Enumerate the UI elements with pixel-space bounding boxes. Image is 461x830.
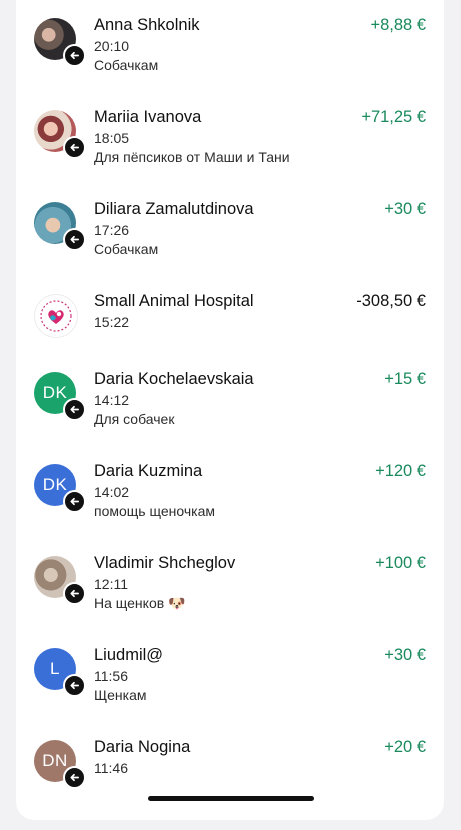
counterparty-name: Vladimir Shcheglov (94, 554, 236, 572)
counterparty-name: Anna Shkolnik (94, 16, 200, 34)
incoming-badge (63, 674, 86, 697)
transaction-time: 18:05 (94, 130, 130, 146)
transaction-amount: +20 € (384, 738, 426, 756)
arrow-left-icon (70, 235, 79, 244)
incoming-badge (63, 490, 86, 513)
arrow-left-icon (70, 773, 79, 782)
counterparty-name: Daria Kuzmina (94, 462, 203, 480)
arrow-left-icon (70, 405, 79, 414)
transaction-time: 20:10 (94, 38, 130, 54)
transaction-note: Щенкам (94, 687, 147, 703)
arrow-left-icon (70, 143, 79, 152)
arrow-left-icon (70, 51, 79, 60)
avatar-initials-text: DK (42, 383, 68, 402)
avatar-container (16, 554, 106, 614)
transaction-note: Для собачек (94, 411, 175, 427)
avatar-initials-text: DN (42, 751, 68, 770)
counterparty-name: Diliara Zamalutdinova (94, 200, 254, 218)
transaction-row[interactable]: L Liudmil@ 11:56 Щенкам +30 € (16, 646, 444, 738)
transaction-time: 11:46 (94, 760, 128, 776)
transaction-row[interactable]: Anna Shkolnik 20:10 Собачкам +8,88 € (16, 16, 444, 108)
transaction-time: 11:56 (94, 668, 128, 684)
avatar-container (16, 292, 106, 352)
avatar-container: DK (16, 370, 106, 430)
incoming-badge (63, 44, 86, 67)
transaction-row[interactable]: DK Daria Kochelaevskaia 14:12 Для собаче… (16, 370, 444, 462)
counterparty-name: Mariia Ivanova (94, 108, 202, 126)
counterparty-name: Daria Kochelaevskaia (94, 370, 254, 388)
transaction-amount: -308,50 € (356, 292, 426, 310)
transaction-note: Для пёпсиков от Маши и Тани (94, 149, 290, 165)
hospital-logo-icon (40, 300, 72, 332)
transaction-amount: +30 € (384, 646, 426, 664)
transaction-time: 12:11 (94, 576, 128, 592)
incoming-badge (63, 136, 86, 159)
transaction-row[interactable]: DK Daria Kuzmina 14:02 помощь щеночкам +… (16, 462, 444, 554)
transaction-row[interactable]: Mariia Ivanova 18:05 Для пёпсиков от Маш… (16, 108, 444, 200)
avatar-container: DN (16, 738, 106, 798)
avatar-container: DK (16, 462, 106, 522)
avatar-container (16, 200, 106, 260)
counterparty-name: Small Animal Hospital (94, 292, 254, 310)
counterparty-name: Daria Nogina (94, 738, 191, 756)
transaction-note: Собачкам (94, 57, 159, 73)
transaction-amount: +30 € (384, 200, 426, 218)
transaction-note: помощь щеночкам (94, 503, 215, 519)
transaction-amount: +120 € (375, 462, 426, 480)
transaction-time: 17:26 (94, 222, 130, 238)
incoming-badge (63, 582, 86, 605)
incoming-badge (63, 398, 86, 421)
transaction-time: 15:22 (94, 314, 130, 330)
avatar-initials-text: L (50, 659, 60, 678)
incoming-badge (63, 228, 86, 251)
avatar-container (16, 16, 106, 76)
transaction-note: На щенков 🐶 (94, 595, 186, 611)
transactions-card: Anna Shkolnik 20:10 Собачкам +8,88 € Mar… (16, 0, 444, 820)
transaction-amount: +8,88 € (370, 16, 426, 34)
home-indicator (148, 796, 314, 801)
transaction-row[interactable]: DN Daria Nogina 11:46 +20 € (16, 738, 444, 830)
transaction-row[interactable]: Diliara Zamalutdinova 17:26 Собачкам +30… (16, 200, 444, 292)
counterparty-name: Liudmil@ (94, 646, 164, 664)
transaction-note: Собачкам (94, 241, 159, 257)
arrow-left-icon (70, 589, 79, 598)
arrow-left-icon (70, 497, 79, 506)
transaction-amount: +71,25 € (361, 108, 426, 126)
arrow-left-icon (70, 681, 79, 690)
avatar-container: L (16, 646, 106, 706)
avatar-initials-text: DK (42, 475, 68, 494)
transaction-time: 14:12 (94, 392, 130, 408)
incoming-badge (63, 766, 86, 789)
transaction-row[interactable]: Vladimir Shcheglov 12:11 На щенков 🐶 +10… (16, 554, 444, 646)
transaction-time: 14:02 (94, 484, 130, 500)
transaction-amount: +100 € (375, 554, 426, 572)
hospital-logo (34, 294, 78, 338)
transaction-amount: +15 € (384, 370, 426, 388)
avatar-container (16, 108, 106, 168)
